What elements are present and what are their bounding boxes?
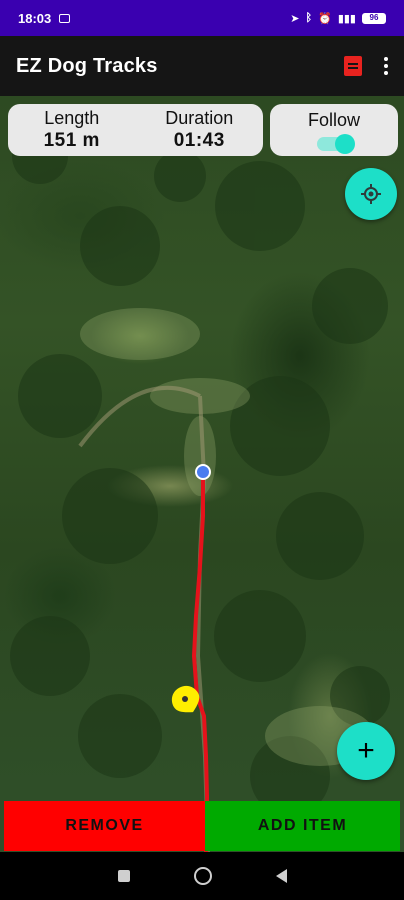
follow-toggle-knob — [335, 133, 355, 154]
system-nav-bar — [0, 852, 404, 900]
length-label: Length — [44, 108, 100, 128]
length-value: 151 m — [43, 130, 100, 151]
more-vert-icon[interactable] — [384, 57, 388, 75]
location-arrow-icon: ➤ — [290, 12, 300, 25]
signal-icon: ▮▮▮ — [337, 12, 356, 25]
follow-toggle[interactable] — [317, 133, 355, 154]
my-location-button[interactable] — [345, 168, 397, 220]
alarm-icon: ⏰ — [318, 12, 332, 25]
save-icon[interactable] — [344, 56, 362, 76]
current-location-dot — [195, 464, 211, 480]
add-fab-button[interactable]: + — [337, 722, 395, 780]
add-item-button[interactable]: ADD ITEM — [205, 801, 400, 851]
remove-button[interactable]: REMOVE — [4, 801, 205, 851]
status-time: 18:03 — [18, 10, 52, 26]
notification-icon — [59, 13, 71, 23]
back-icon[interactable] — [275, 869, 287, 883]
track-line — [191, 470, 209, 852]
recents-icon[interactable] — [117, 870, 130, 882]
app-bar: EZ Dog Tracks — [0, 36, 404, 96]
app-title: EZ Dog Tracks — [16, 54, 158, 77]
status-bar: 18:03 ➤ ᛒ ⏰ ▮▮▮ 96 — [0, 0, 404, 36]
home-icon[interactable] — [193, 867, 212, 885]
add-icon: + — [357, 734, 375, 767]
duration-value: 01:43 — [173, 130, 225, 151]
track-info-card: Length 151 m Duration 01:43 — [8, 104, 263, 156]
follow-card: Follow — [270, 104, 398, 156]
duration-label: Duration — [165, 108, 234, 128]
follow-label: Follow — [307, 109, 360, 130]
battery-icon: 96 — [362, 12, 386, 24]
bluetooth-icon: ᛒ — [305, 12, 313, 24]
my-location-icon — [361, 184, 381, 204]
